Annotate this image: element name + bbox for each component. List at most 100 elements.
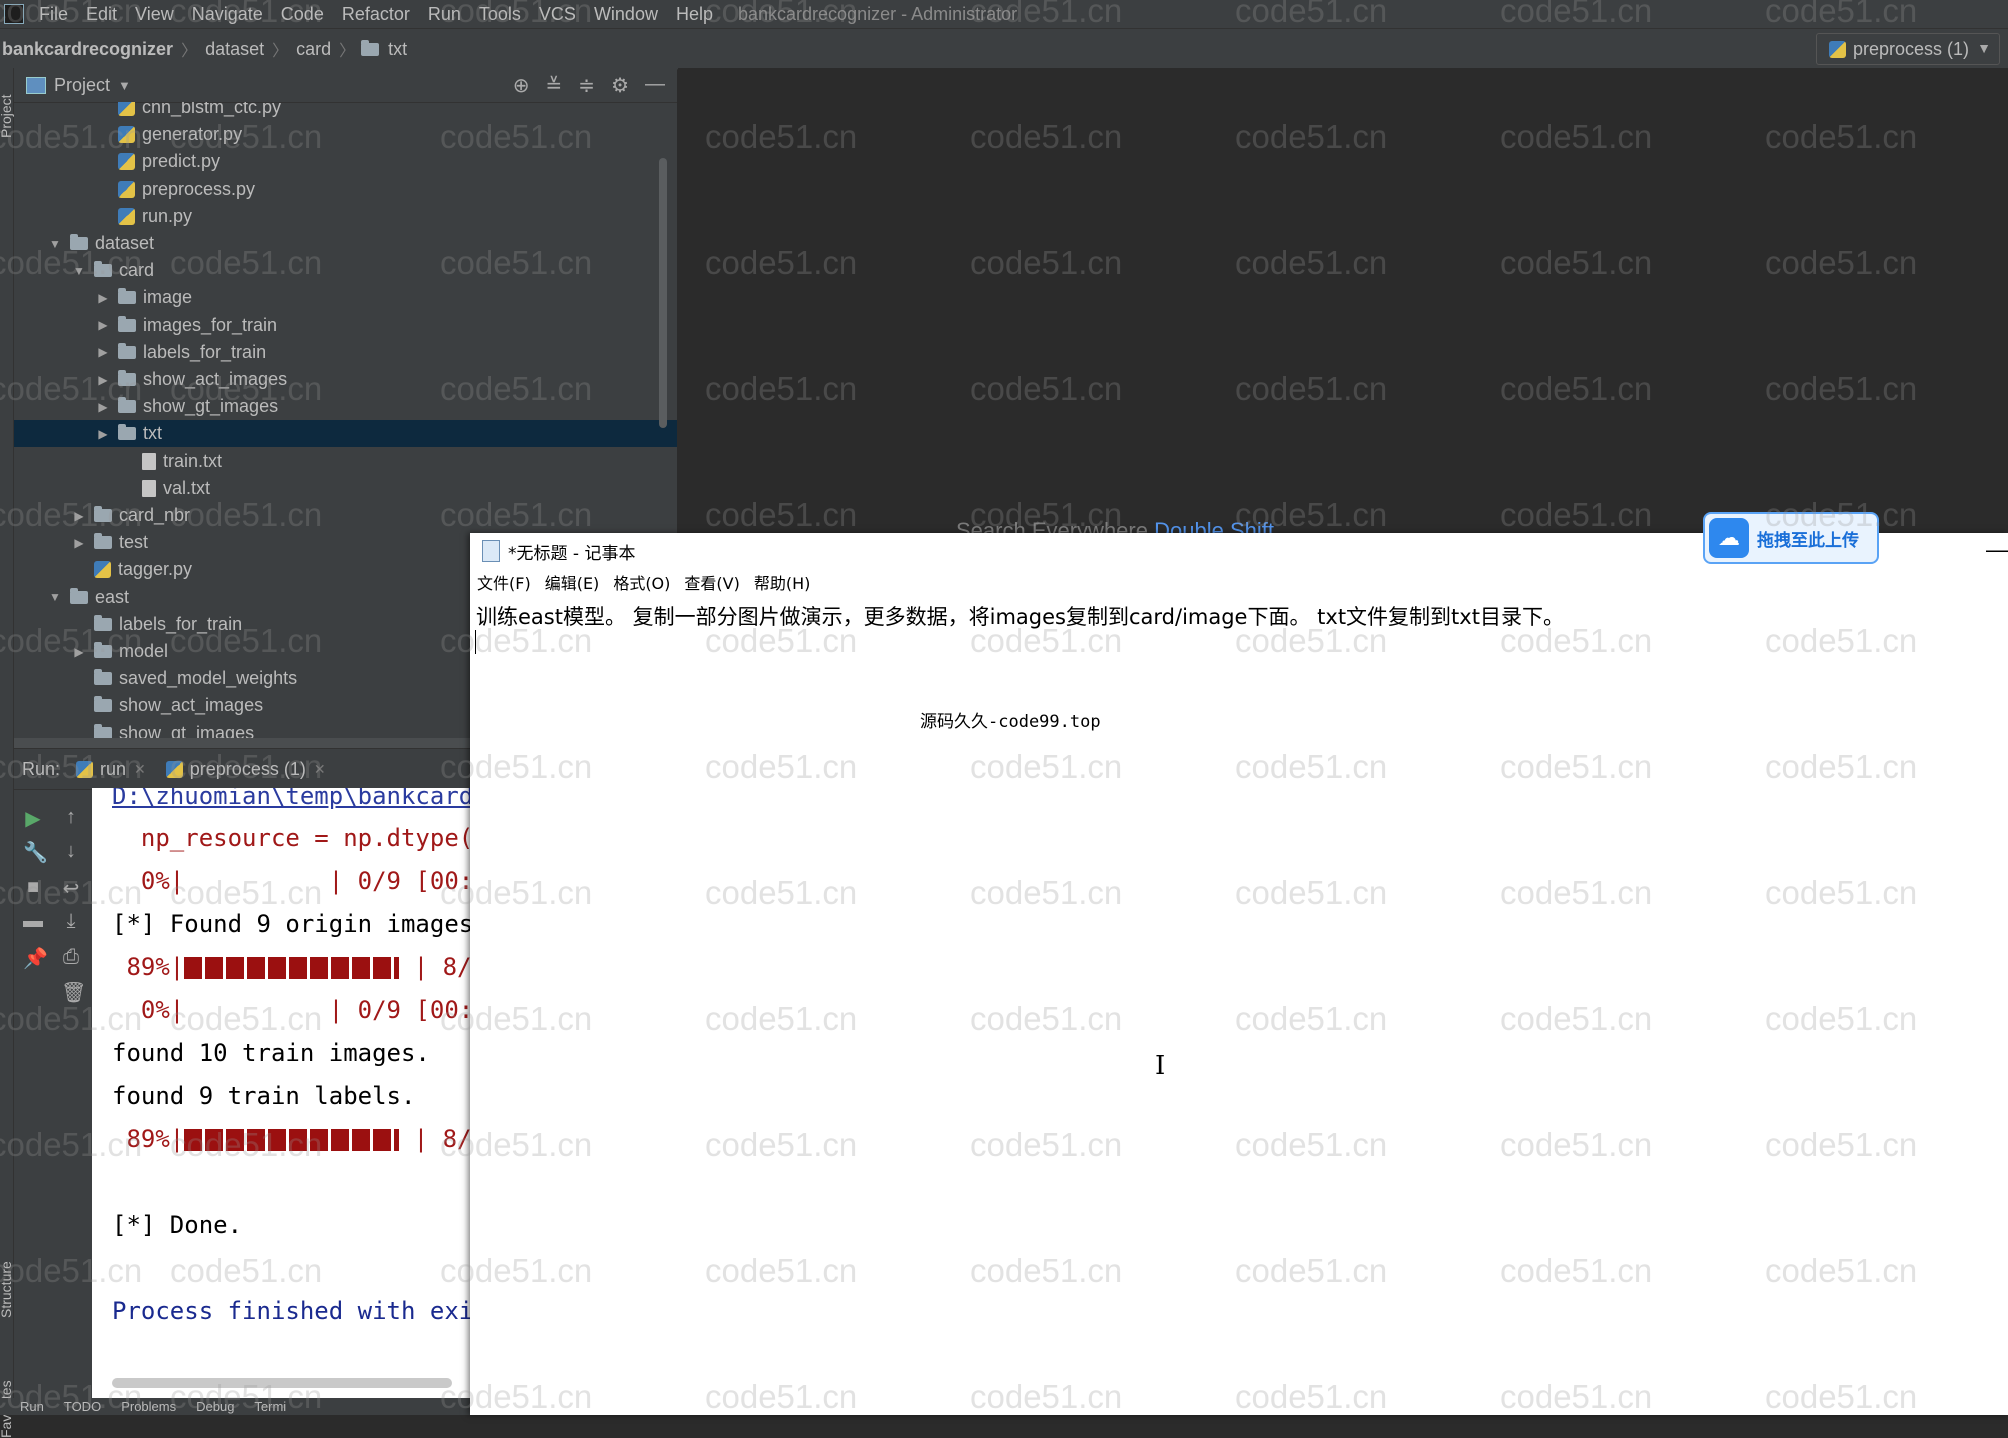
tool-tab-run[interactable]: Run <box>20 1399 44 1414</box>
tree-item[interactable]: ▶ show_gt_images <box>14 393 677 420</box>
run-config-selector[interactable]: preprocess (1) ▼ <box>1815 33 2000 65</box>
chevron-right-icon[interactable]: ▶ <box>70 645 88 659</box>
project-tool-tab[interactable]: Project <box>0 94 14 138</box>
tree-item[interactable]: ▶generator.py <box>14 121 677 148</box>
chevron-down-icon[interactable]: ▼ <box>46 590 64 604</box>
rerun-icon[interactable]: ▶ <box>23 806 43 831</box>
tool-tab-todo[interactable]: TODO <box>64 1399 101 1414</box>
folder-icon <box>94 614 112 631</box>
locate-icon[interactable]: ⊕ <box>513 73 530 98</box>
tool-tab-problems[interactable]: Problems <box>121 1399 176 1414</box>
tree-scrollbar[interactable] <box>659 158 667 428</box>
chevron-right-icon[interactable]: ▶ <box>94 400 112 414</box>
arrow-down-icon[interactable]: ↓ <box>61 840 81 863</box>
project-panel-title[interactable]: Project <box>54 75 110 96</box>
tree-item[interactable]: ▶predict.py <box>14 148 677 175</box>
console-horizontal-scrollbar[interactable] <box>112 1378 452 1388</box>
minimize-icon[interactable]: — <box>1986 537 2008 563</box>
tree-item-label: predict.py <box>142 151 221 172</box>
chevron-right-icon[interactable]: ▶ <box>94 373 112 387</box>
menu-run[interactable]: Run <box>419 4 470 25</box>
notepad-text-area[interactable]: 训练east模型。 复制一部分图片做演示，更多数据，将images复制到card… <box>470 595 2008 1415</box>
scroll-to-end-icon[interactable]: ⤓ <box>61 910 81 933</box>
gear-icon[interactable]: ⚙ <box>611 73 629 98</box>
crumb-card[interactable]: card <box>294 39 333 60</box>
tree-item[interactable]: ▶preprocess.py <box>14 176 677 203</box>
editor-area[interactable] <box>678 68 2008 533</box>
run-tab-run[interactable]: run ✕ <box>76 759 146 780</box>
console-output[interactable]: D:\zhuomian\temp\bankcard np_resource = … <box>92 788 474 1398</box>
chevron-right-icon[interactable]: ▶ <box>70 509 88 523</box>
close-icon[interactable]: ✕ <box>314 761 326 778</box>
notepad-menu-help[interactable]: 帮助(H) <box>747 570 818 594</box>
tree-item[interactable]: ▶ labels_for_train <box>14 339 677 366</box>
tool-tab-debug[interactable]: Debug <box>196 1399 234 1414</box>
menu-view[interactable]: View <box>126 4 183 25</box>
text-caret <box>475 630 476 654</box>
stop-icon[interactable]: ■ <box>23 876 43 899</box>
layout-icon[interactable]: ▬ <box>23 910 43 933</box>
text-file-icon <box>142 479 156 497</box>
notepad-menu-view[interactable]: 查看(V) <box>677 570 746 594</box>
tool-tab-terminal[interactable]: Termi <box>254 1399 286 1414</box>
crumb-dataset[interactable]: dataset <box>203 39 266 60</box>
menu-edit[interactable]: Edit <box>77 4 126 25</box>
tree-item[interactable]: ▶ show_act_images <box>14 366 677 393</box>
close-icon[interactable]: ✕ <box>134 761 146 778</box>
tree-item[interactable]: ▶val.txt <box>14 475 677 502</box>
chevron-right-icon[interactable]: ▶ <box>94 291 112 305</box>
chevron-down-icon[interactable]: ▼ <box>46 237 64 251</box>
expand-all-icon[interactable]: ≚ <box>546 73 563 98</box>
chevron-down-icon[interactable]: ▼ <box>118 78 131 93</box>
chevron-right-icon[interactable]: ▶ <box>94 427 112 441</box>
trash-icon[interactable]: 🗑 <box>61 980 86 1005</box>
chevron-right-icon[interactable]: ▶ <box>94 345 112 359</box>
run-tab-preprocess[interactable]: preprocess (1) ✕ <box>165 759 326 780</box>
tree-item[interactable]: ▶ images_for_train <box>14 312 677 339</box>
python-file-icon <box>118 207 135 225</box>
tree-item-label: test <box>119 532 149 553</box>
project-icon <box>26 76 46 94</box>
menu-navigate[interactable]: Navigate <box>183 4 272 25</box>
tree-item[interactable]: ▶ image <box>14 284 677 311</box>
tree-item[interactable]: ▼ dataset <box>14 230 677 257</box>
console-line-path[interactable]: D:\zhuomian\temp\bankcard <box>112 788 473 810</box>
menu-file[interactable]: File <box>30 4 77 25</box>
notepad-menu-bar: 文件(F) 编辑(E) 格式(O) 查看(V) 帮助(H) <box>470 569 2008 595</box>
menu-tools[interactable]: Tools <box>470 4 530 25</box>
tree-item-label: txt <box>143 423 163 444</box>
chevron-right-icon[interactable]: ▶ <box>94 318 112 332</box>
menu-vcs[interactable]: VCS <box>530 4 585 25</box>
folder-icon <box>118 370 136 386</box>
tree-item[interactable]: ▼ card <box>14 257 677 284</box>
collapse-all-icon[interactable]: ≑ <box>578 73 595 98</box>
menu-refactor[interactable]: Refactor <box>333 4 419 25</box>
tree-item[interactable]: ▶run.py <box>14 203 677 230</box>
hide-icon[interactable]: — <box>645 73 665 98</box>
tree-item[interactable]: ▶train.txt <box>14 448 677 475</box>
progress-bar <box>184 1129 400 1151</box>
chevron-right-icon[interactable]: ▶ <box>70 536 88 550</box>
tree-item[interactable]: ▶ txt <box>14 420 677 448</box>
pin-icon[interactable]: 📌 <box>23 946 48 971</box>
print-icon[interactable]: ⎙ <box>61 946 81 969</box>
crumb-project[interactable]: bankcardrecognizer <box>0 39 175 60</box>
crumb-txt[interactable]: txt <box>386 39 409 60</box>
soft-wrap-icon[interactable]: ↩ <box>61 876 81 901</box>
upload-button[interactable]: ☁ 拖拽至此上传 <box>1703 512 1879 564</box>
notepad-menu-file[interactable]: 文件(F) <box>470 570 538 594</box>
tree-item[interactable]: ▶cnn_blstm_ctc.py <box>14 102 677 121</box>
notepad-menu-format[interactable]: 格式(O) <box>606 570 677 594</box>
tree-item[interactable]: ▶ card_nbr <box>14 502 677 529</box>
tree-item-label: cnn_blstm_ctc.py <box>142 102 282 117</box>
chevron-down-icon[interactable]: ▼ <box>70 264 88 278</box>
menu-help[interactable]: Help <box>667 4 722 25</box>
menu-code[interactable]: Code <box>272 4 333 25</box>
wrench-icon[interactable]: 🔧 <box>23 840 48 865</box>
notepad-menu-edit[interactable]: 编辑(E) <box>538 570 607 594</box>
menu-window[interactable]: Window <box>585 4 667 25</box>
console-line-progress-start: 0%| | 0/9 [00: <box>112 996 474 1024</box>
structure-tool-tab[interactable]: Structure <box>0 1261 14 1318</box>
arrow-up-icon[interactable]: ↑ <box>61 806 81 829</box>
run-panel: Run: run ✕ preprocess (1) ✕ ▶ 🔧 ■ ▬ 📌 ↑ … <box>14 748 474 1398</box>
